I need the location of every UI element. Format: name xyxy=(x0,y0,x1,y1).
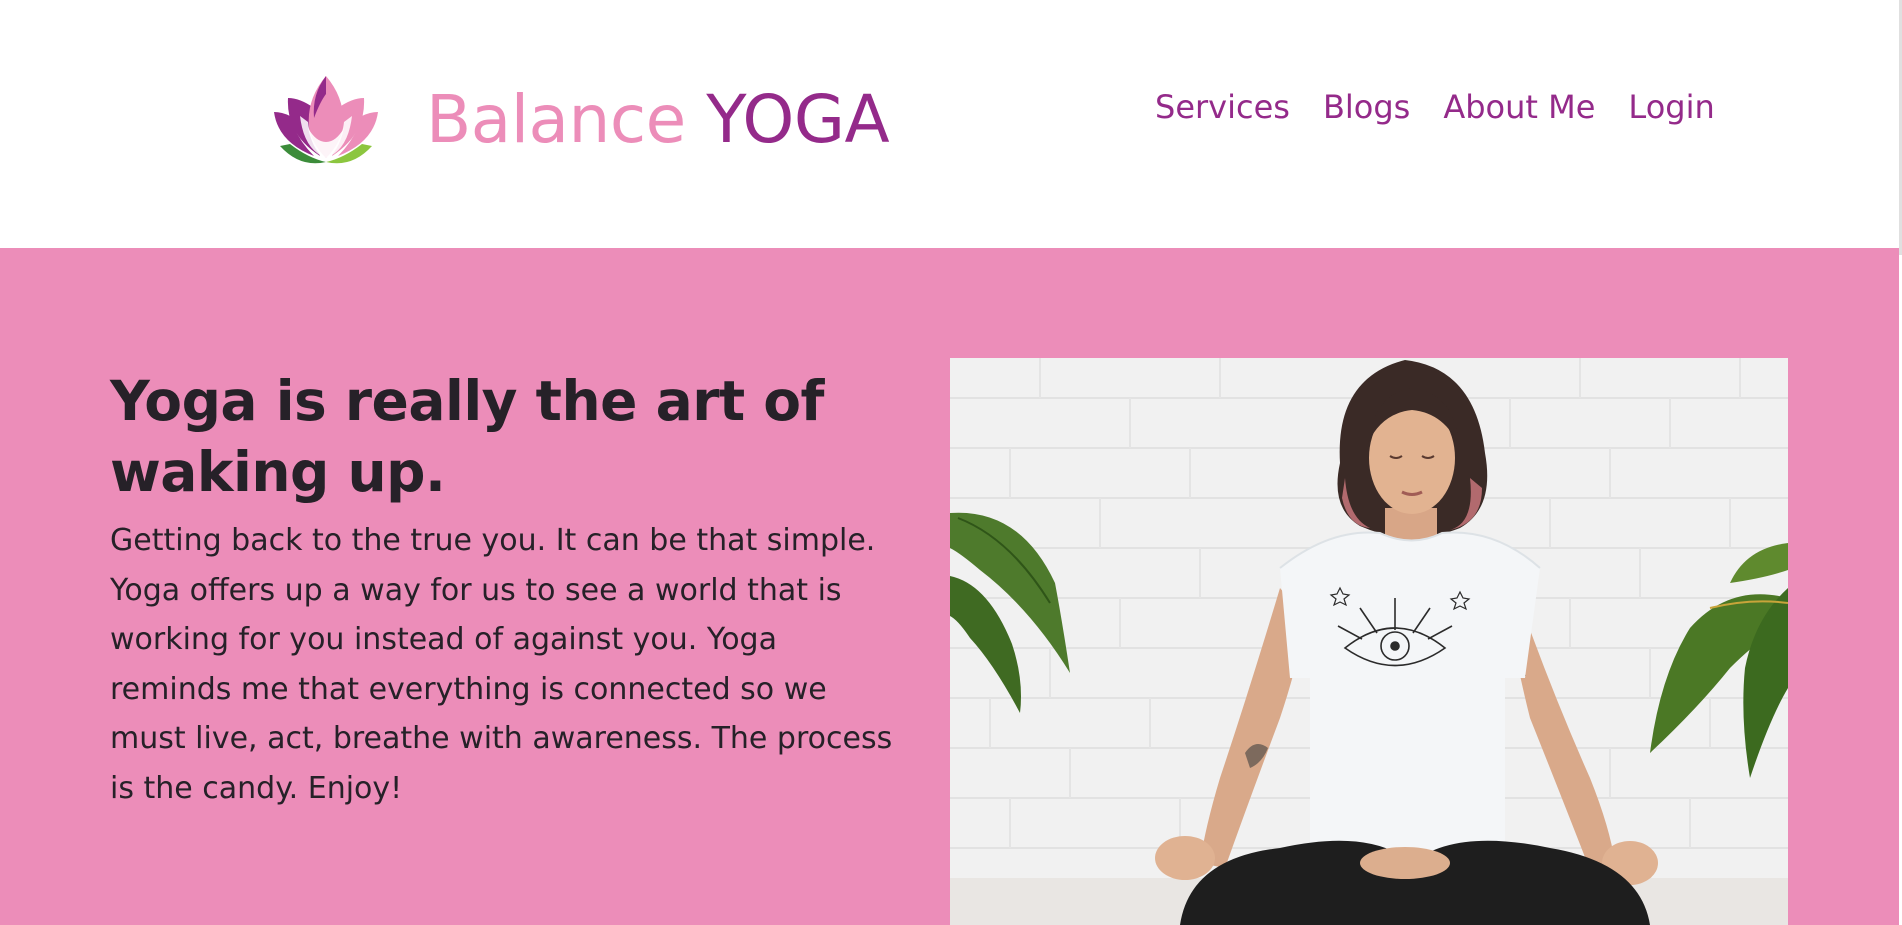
nav-blogs[interactable]: Blogs xyxy=(1323,88,1410,126)
nav-login[interactable]: Login xyxy=(1628,88,1714,126)
woman-meditating-photo xyxy=(950,358,1788,925)
hero-heading: Yoga is really the art of waking up. xyxy=(110,369,824,504)
brand-name-part2: YOGA xyxy=(706,81,890,158)
nav-services[interactable]: Services xyxy=(1155,88,1290,126)
brand-name: Balance YOGA xyxy=(426,87,890,153)
hero-text: Getting back to the true you. It can be … xyxy=(110,523,893,806)
hero-section: Yoga is really the art of waking up. Get… xyxy=(0,248,1899,925)
page: Balance YOGA Services Blogs About Me Log… xyxy=(0,0,1902,925)
main-nav: Services Blogs About Me Login xyxy=(1155,88,1715,126)
nav-about-me[interactable]: About Me xyxy=(1443,88,1595,126)
site-header: Balance YOGA Services Blogs About Me Log… xyxy=(0,0,1899,248)
brand-link[interactable]: Balance YOGA xyxy=(270,70,890,170)
brand-name-part1: Balance xyxy=(426,81,686,158)
lotus-icon xyxy=(274,76,378,164)
